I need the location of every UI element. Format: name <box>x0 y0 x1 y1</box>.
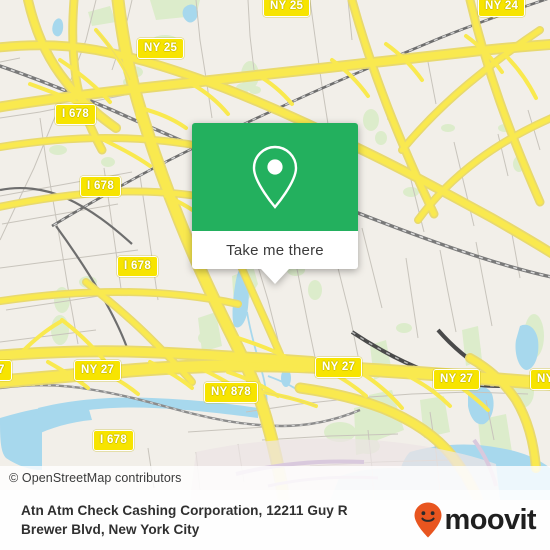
moovit-logo[interactable]: moovit <box>413 501 550 539</box>
moovit-wordmark: moovit <box>444 503 537 536</box>
road-shield: NY 27 <box>315 357 363 378</box>
road-shield: I 678 <box>93 430 135 451</box>
location-popup-card[interactable]: Take me there <box>192 123 358 284</box>
road-shield: 7 <box>0 360 12 381</box>
attribution-text: © OpenStreetMap contributors <box>9 471 182 485</box>
popup-card-action[interactable]: Take me there <box>192 231 358 284</box>
road-shield: NY 27 <box>74 360 122 381</box>
place-address-line-2: Brewer Blvd, New York City <box>21 522 200 537</box>
road-shield: I 678 <box>55 104 97 125</box>
road-shield: NY 25 <box>263 0 311 17</box>
moovit-pin-icon <box>414 502 442 538</box>
road-shield: I 678 <box>80 176 122 197</box>
road-shield: NY 878 <box>204 382 258 403</box>
road-shield: NY 25 <box>137 38 185 59</box>
map-pin-icon <box>252 145 298 209</box>
road-shield: I 678 <box>117 256 159 277</box>
road-shield: NY 27 <box>433 369 481 390</box>
road-shield: NY 24 <box>478 0 526 17</box>
map-attribution[interactable]: © OpenStreetMap contributors <box>0 466 550 490</box>
footer-bar: Atn Atm Check Cashing Corporation, 12211… <box>0 490 550 550</box>
place-address: Atn Atm Check Cashing Corporation, 12211… <box>0 501 413 540</box>
take-me-there-label: Take me there <box>226 241 324 259</box>
moovit-map-screen: NY 25 NY 25 NY 24 I 678 I 678 I 678 7 NY… <box>0 0 550 550</box>
road-shield: NY <box>530 369 550 390</box>
popup-card-tail <box>261 269 289 284</box>
popup-card-header <box>192 123 358 231</box>
place-address-line-1: Atn Atm Check Cashing Corporation, 12211… <box>21 502 348 518</box>
